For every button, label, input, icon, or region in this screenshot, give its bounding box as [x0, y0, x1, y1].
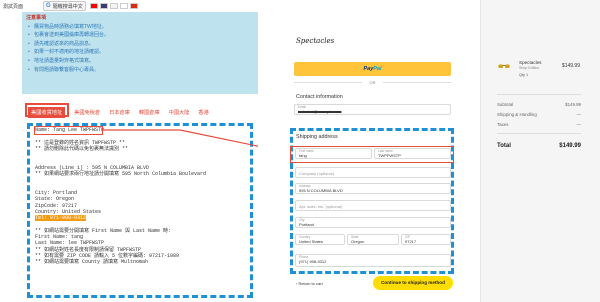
- tab-japan[interactable]: 日本倉庫: [109, 109, 130, 116]
- divider: [497, 94, 581, 95]
- brand-logo[interactable]: Spectacles: [296, 37, 334, 45]
- google-icon: G: [46, 3, 51, 9]
- contact-heading: Contact information: [296, 94, 343, 100]
- continue-to-shipping-button[interactable]: Continue to shipping method: [373, 276, 453, 290]
- name-highlight-box: [34, 126, 103, 135]
- subtotal-row: Subtotal $149.99: [497, 102, 581, 107]
- name-fields-highlight: [290, 146, 454, 163]
- product-name: Spectacles: [519, 60, 542, 65]
- order-summary-panel: Spectacles Shop Edition Qty 1 $149.99 Su…: [480, 0, 600, 302]
- paypal-pay-text: Pay: [363, 66, 374, 72]
- city-value: Portland: [299, 221, 314, 227]
- forwarding-address-panel: 測試頁面 G 隨機搜尋中文 注意事項 購買物品時請務必填寫TW地址。 包裹會送到…: [0, 0, 258, 302]
- flag-kr-icon[interactable]: [109, 3, 118, 9]
- paypal-button[interactable]: PayPal: [294, 62, 451, 76]
- zip-field[interactable]: ZIP 97217: [401, 234, 451, 245]
- divider: [497, 133, 581, 134]
- note-item: 如果一封不適用的地址請確認。: [26, 48, 254, 57]
- tab-us-taxfree[interactable]: 美國免稅倉: [74, 109, 100, 116]
- email-field[interactable]: Email redacted@example.com: [294, 104, 451, 115]
- city-field[interactable]: City Portland: [295, 217, 451, 228]
- tab-hongkong[interactable]: 香港: [198, 109, 208, 116]
- search-label: 隨機搜尋中文: [52, 3, 83, 10]
- notes-list: 注意事項 購買物品時請務必填寫TW地址。 包裹會送到美國倫庫再轉運回台。 請先確…: [26, 14, 254, 74]
- shipping-row: Shipping & Handling —: [497, 112, 581, 117]
- product-quantity: Qty 1: [519, 73, 529, 77]
- language-flags: [89, 3, 138, 9]
- tab-china[interactable]: 中國大陸: [169, 109, 190, 116]
- address-line: ** 如網站需要填寫 County 請填寫 Multnomah: [35, 259, 149, 266]
- company-placeholder: Company (optional): [299, 171, 334, 176]
- address-value: 595 N COLUMBIA BLVD: [299, 187, 343, 193]
- shipping-value: —: [576, 112, 581, 117]
- flag-cn-icon[interactable]: [129, 3, 138, 9]
- address-field[interactable]: Address 595 N COLUMBIA BLVD: [295, 183, 451, 194]
- paypal-pal-text: Pal: [373, 66, 382, 72]
- company-field[interactable]: Company (optional): [295, 167, 451, 178]
- zip-value: 97217: [405, 238, 417, 244]
- subtotal-value: $149.99: [565, 102, 581, 107]
- note-item: 地址請盡量對齊格式填寫。: [26, 57, 254, 66]
- note-item: 購買物品時請務必填寫TW地址。: [26, 23, 254, 32]
- forwarding-address-text: Name: Tang Lee TWPFWSTP ** 這是登錄的姓名資訊 TWP…: [35, 127, 250, 266]
- breadcrumb: 測試頁面: [3, 3, 24, 10]
- active-tab-highlight: [25, 103, 69, 117]
- country-select[interactable]: Country United States: [295, 234, 345, 245]
- total-label: Total: [497, 143, 511, 149]
- phone-highlight: Tel: 971-998-9312: [35, 215, 87, 222]
- apt-field[interactable]: Apt, suite, etc. (optional): [295, 200, 451, 211]
- google-search-bar[interactable]: G 隨機搜尋中文: [43, 1, 86, 11]
- taxes-label: Taxes: [497, 122, 509, 127]
- flag-tw-icon[interactable]: [89, 3, 98, 9]
- taxes-row: Taxes —: [497, 122, 581, 127]
- notes-title: 注意事項: [26, 15, 47, 21]
- product-price: $149.99: [561, 63, 580, 69]
- product-variant: Shop Edition: [519, 66, 540, 70]
- email-value: redacted@example.com: [298, 108, 342, 114]
- or-divider: OR: [294, 80, 451, 85]
- subtotal-label: Subtotal: [497, 102, 514, 107]
- return-to-cart-link[interactable]: ‹ Return to cart: [296, 281, 323, 286]
- shipping-label: Shipping & Handling: [497, 112, 537, 117]
- tab-korea[interactable]: 韓國倉庫: [139, 109, 160, 116]
- shipping-heading: Shipping address: [296, 134, 338, 140]
- total-row: Total $149.99: [497, 143, 581, 149]
- sunglasses-icon: [498, 64, 510, 68]
- taxes-value: —: [576, 122, 581, 127]
- phone-value: (971) 998-9312: [299, 258, 327, 264]
- flag-us-icon[interactable]: [99, 3, 108, 9]
- note-item: 請先確認返來的商品訓息。: [26, 40, 254, 49]
- checkout-panel: Spectacles PayPal OR Contact information…: [258, 0, 480, 302]
- flag-jp-icon[interactable]: [119, 3, 128, 9]
- state-select[interactable]: State Oregon: [347, 234, 399, 245]
- phone-field[interactable]: Phone (971) 998-9312: [295, 254, 451, 267]
- browser-toolbar: 測試頁面 G 隨機搜尋中文: [0, 0, 258, 12]
- total-value: $149.99: [559, 143, 581, 149]
- note-item: 有問題請聯繫客服中心專員。: [26, 66, 254, 75]
- note-item: 包裹會送到美國倫庫再轉運回台。: [26, 31, 254, 40]
- country-value: United States: [299, 238, 324, 244]
- apt-placeholder: Apt, suite, etc. (optional): [299, 204, 343, 209]
- state-value: Oregon: [351, 238, 365, 244]
